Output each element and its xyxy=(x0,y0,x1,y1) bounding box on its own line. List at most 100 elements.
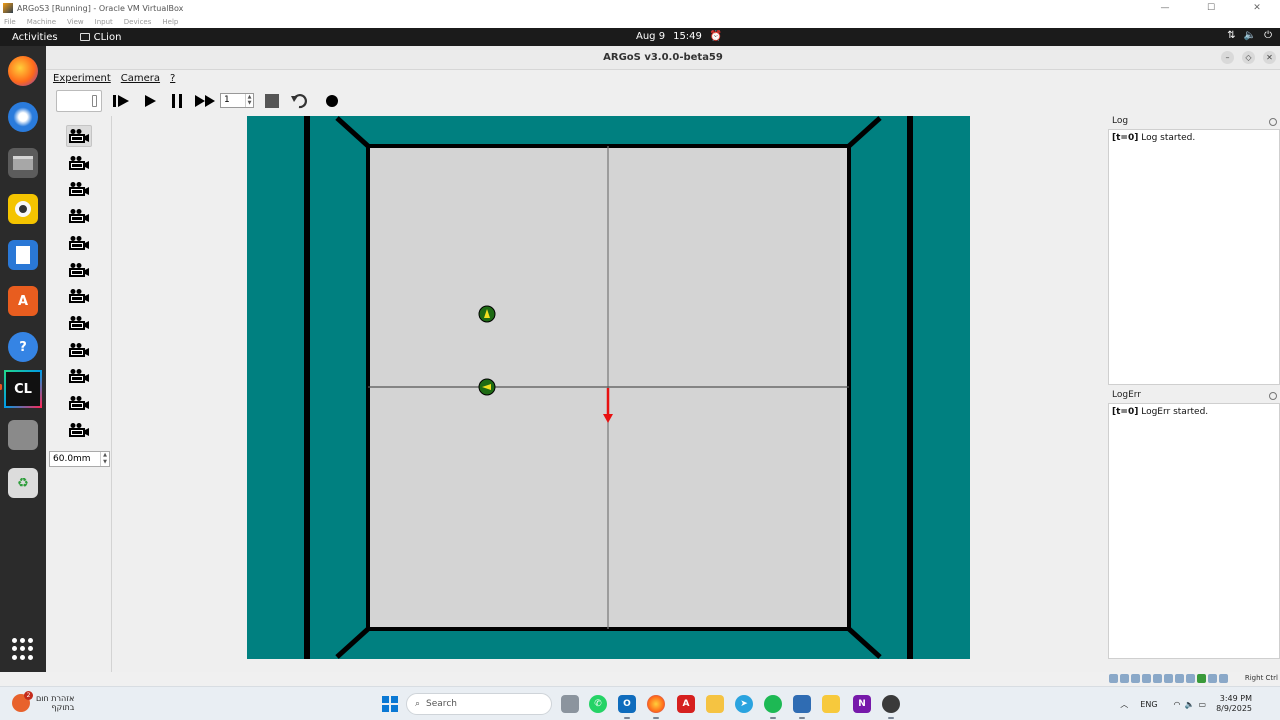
frames-spin-arrows[interactable]: ▲ ▼ xyxy=(245,94,253,107)
camera-preset-button-4[interactable] xyxy=(66,205,92,227)
show-applications-icon[interactable] xyxy=(12,638,34,660)
firefox-taskbar-icon[interactable] xyxy=(647,695,665,719)
weather-widget[interactable]: 2 אזהרת חום בתוקף xyxy=(12,691,74,712)
screen: ARGoS3 [Running] - Oracle VM VirtualBox … xyxy=(0,0,1280,720)
camera-preset-button-2[interactable] xyxy=(66,152,92,174)
cpu-icon[interactable] xyxy=(1197,674,1206,683)
camera-preset-button-8[interactable] xyxy=(66,312,92,334)
recording-icon[interactable] xyxy=(1186,674,1195,683)
focused-app-menu[interactable]: CLion xyxy=(79,32,121,43)
start-button[interactable] xyxy=(382,696,398,712)
close-button[interactable]: ✕ xyxy=(1234,0,1280,16)
argos-close-button[interactable]: ✕ xyxy=(1263,51,1276,64)
arena-scene[interactable] xyxy=(247,116,970,659)
speaker-icon[interactable]: 🔈 xyxy=(1185,700,1195,709)
vbox-menu-input[interactable]: Input xyxy=(95,18,113,26)
menu-camera[interactable]: Camera xyxy=(121,73,160,84)
keyboard-icon[interactable] xyxy=(1219,674,1228,683)
gnome-system-tray[interactable]: ⇅ 🔈 ⏻ xyxy=(1227,30,1272,41)
usb-icon[interactable] xyxy=(1153,674,1162,683)
files-icon[interactable] xyxy=(8,148,38,178)
menu-help[interactable]: ? xyxy=(170,73,175,84)
task-view-icon[interactable] xyxy=(561,695,579,713)
ubuntu-software-icon[interactable]: A xyxy=(8,286,38,316)
log-text-area[interactable]: [t=0] Log started. xyxy=(1108,129,1280,385)
camera-preset-button-6[interactable] xyxy=(66,259,92,281)
play-button[interactable] xyxy=(141,93,159,109)
optical-drive-icon[interactable] xyxy=(1120,674,1129,683)
argos-minimize-button[interactable]: – xyxy=(1221,51,1234,64)
hard-disk-icon[interactable] xyxy=(1109,674,1118,683)
robot-2[interactable] xyxy=(478,378,496,396)
telegram-icon[interactable]: ➤ xyxy=(735,695,753,713)
pause-button[interactable] xyxy=(168,93,186,109)
whatsapp-icon[interactable]: ✆ xyxy=(589,695,607,713)
stop-button[interactable] xyxy=(263,93,281,109)
camera-preset-button-1[interactable] xyxy=(66,125,92,147)
vbox-menu-machine[interactable]: Machine xyxy=(27,18,56,26)
minimize-button[interactable]: — xyxy=(1142,0,1188,16)
tray-overflow-icon[interactable]: ︿ xyxy=(1120,699,1128,710)
spotify-icon[interactable] xyxy=(764,695,782,719)
fast-forward-button[interactable] xyxy=(194,93,216,109)
camera-preset-button-10[interactable] xyxy=(66,365,92,387)
robot-1[interactable] xyxy=(478,305,496,323)
blank-app-icon[interactable] xyxy=(8,420,38,450)
camera-preset-button-9[interactable] xyxy=(66,339,92,361)
camera-preset-button-12[interactable] xyxy=(66,419,92,441)
file-explorer-icon[interactable] xyxy=(706,695,724,713)
battery-icon[interactable]: ▭ xyxy=(1199,700,1207,709)
python-icon[interactable] xyxy=(822,695,840,713)
reset-button[interactable] xyxy=(290,93,308,109)
thunderbird-icon[interactable] xyxy=(8,102,38,132)
outlook-icon[interactable]: O xyxy=(618,695,636,719)
vbox-menu-file[interactable]: File xyxy=(4,18,16,26)
vbox-menu-devices[interactable]: Devices xyxy=(124,18,152,26)
camera-preset-button-3[interactable] xyxy=(66,178,92,200)
zoom-spin-arrows[interactable]: ▲ ▼ xyxy=(100,452,109,466)
logerr-entry-text: LogErr started. xyxy=(1141,407,1209,417)
undock-icon[interactable] xyxy=(1269,118,1277,126)
record-button[interactable] xyxy=(323,93,341,109)
logerr-entry-tag: [t=0] xyxy=(1112,407,1139,417)
activities-button[interactable]: Activities xyxy=(12,32,58,43)
mouse-integration-icon[interactable] xyxy=(1208,674,1217,683)
menu-experiment[interactable]: Experiment xyxy=(53,73,111,84)
taskbar-search-box[interactable]: ⌕ Search xyxy=(406,693,552,715)
display-icon[interactable] xyxy=(1175,674,1184,683)
frames-per-step-spinbox[interactable]: 1 ▲ ▼ xyxy=(220,93,254,108)
network-icon: ⇅ xyxy=(1227,30,1236,41)
trash-icon[interactable]: ♻ xyxy=(8,468,38,498)
vbox-menu-help[interactable]: Help xyxy=(162,18,178,26)
app-icon[interactable] xyxy=(882,695,900,719)
camera-preset-button-7[interactable] xyxy=(66,285,92,307)
shared-folders-icon[interactable] xyxy=(1164,674,1173,683)
writer-icon[interactable] xyxy=(8,240,38,270)
network-adapter-icon[interactable] xyxy=(1142,674,1151,683)
camera-zoom-spinbox[interactable]: 60.0mm ▲ ▼ xyxy=(49,451,110,467)
windows-clock[interactable]: 3:49 PM 8/9/2025 xyxy=(1216,694,1252,714)
onenote-icon[interactable]: N xyxy=(853,695,871,713)
input-language[interactable]: ENG xyxy=(1140,700,1157,709)
maximize-button[interactable]: ☐ xyxy=(1188,0,1234,16)
camera-preset-button-11[interactable] xyxy=(66,392,92,414)
arena-3d-view[interactable] xyxy=(247,116,970,659)
audio-icon[interactable] xyxy=(1131,674,1140,683)
help-icon[interactable]: ? xyxy=(8,332,38,362)
logerr-panel-header: LogErr xyxy=(1108,390,1280,403)
undock-icon[interactable] xyxy=(1269,392,1277,400)
clion-icon[interactable]: CL xyxy=(0,370,42,408)
virtualbox-taskbar-icon[interactable] xyxy=(793,695,811,719)
vbox-menu-view[interactable]: View xyxy=(67,18,84,26)
wifi-icon[interactable]: ◠ xyxy=(1174,700,1181,709)
rhythmbox-icon[interactable] xyxy=(8,194,38,224)
camera-icon xyxy=(69,289,89,304)
camera-icon xyxy=(69,396,89,410)
camera-preset-button-5[interactable] xyxy=(66,232,92,254)
firefox-icon[interactable] xyxy=(8,56,38,86)
step-button[interactable] xyxy=(112,93,130,109)
argos-maximize-button[interactable]: ◇ xyxy=(1242,51,1255,64)
acrobat-icon[interactable]: A xyxy=(677,695,695,713)
logerr-text-area[interactable]: [t=0] LogErr started. xyxy=(1108,403,1280,659)
gnome-clock[interactable]: Aug 9 15:49 ⏰ xyxy=(636,31,722,42)
